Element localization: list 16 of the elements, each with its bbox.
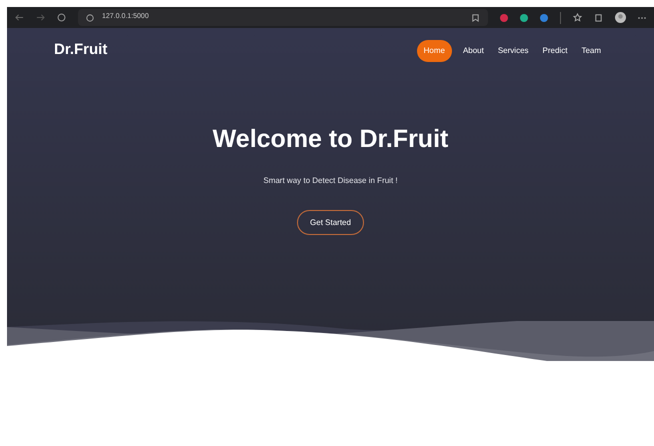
brand-logo[interactable]: Dr.Fruit [54,39,108,62]
nav-link[interactable]: Predict [540,40,570,62]
bookmark-icon[interactable] [471,13,480,22]
more-icon[interactable] [638,16,646,20]
profile-icon[interactable] [615,12,626,23]
hero-subtitle: Smart way to Detect Disease in Fruit ! [263,175,398,187]
extension-icon[interactable] [520,14,528,22]
get-started-button[interactable]: Get Started [297,210,364,235]
favorites-icon[interactable] [573,13,582,22]
nav-link[interactable]: About [460,40,487,62]
nav-link[interactable]: Team [578,40,604,62]
hero-title: Welcome to Dr.Fruit [212,127,448,152]
extension-icon[interactable] [540,14,548,22]
extension-icon[interactable] [500,14,508,22]
nav-link[interactable]: Services [494,40,532,62]
back-icon[interactable] [15,13,24,22]
